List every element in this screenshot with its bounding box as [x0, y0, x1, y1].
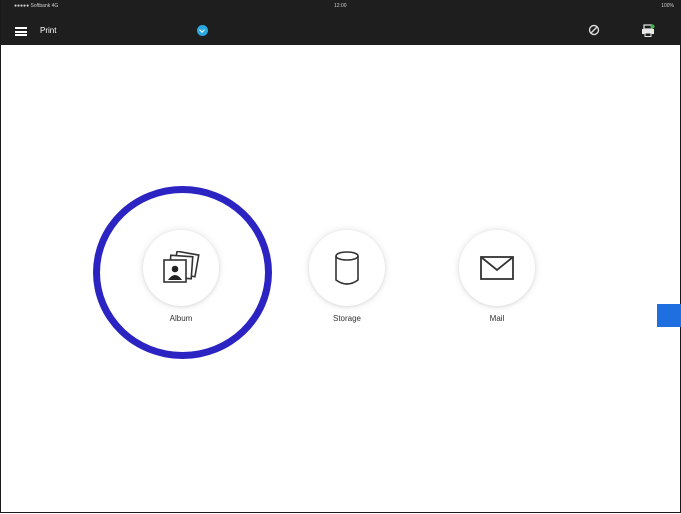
menu-icon[interactable]	[15, 27, 27, 36]
source-storage[interactable]: Storage	[307, 230, 387, 323]
album-button[interactable]	[143, 230, 219, 306]
storage-button[interactable]	[309, 230, 385, 306]
photo-album-icon	[163, 251, 200, 283]
storage-label: Storage	[332, 314, 362, 323]
nfc-icon[interactable]	[588, 24, 600, 36]
storage-cylinder-icon	[335, 251, 359, 285]
app-window: ●●●●● Softbank 4G 12:00 100% Print Album…	[0, 0, 681, 513]
status-battery: 100%	[661, 3, 674, 9]
blue-marker-square	[657, 304, 681, 327]
page-title: Print	[40, 26, 57, 35]
album-label: Album	[169, 314, 193, 323]
mail-button[interactable]	[459, 230, 535, 306]
status-carrier: ●●●●● Softbank 4G	[14, 3, 59, 9]
top-navigation-bar: ●●●●● Softbank 4G 12:00 100% Print	[1, 0, 681, 45]
bluetooth-icon[interactable]	[197, 25, 208, 36]
mail-envelope-icon	[480, 256, 514, 280]
source-album[interactable]: Album	[141, 230, 221, 323]
source-mail[interactable]: Mail	[457, 230, 537, 323]
status-time: 12:00	[334, 3, 347, 9]
status-bar: ●●●●● Softbank 4G 12:00 100%	[1, 0, 681, 12]
printer-settings-icon[interactable]	[641, 24, 655, 37]
mail-label: Mail	[489, 314, 505, 323]
